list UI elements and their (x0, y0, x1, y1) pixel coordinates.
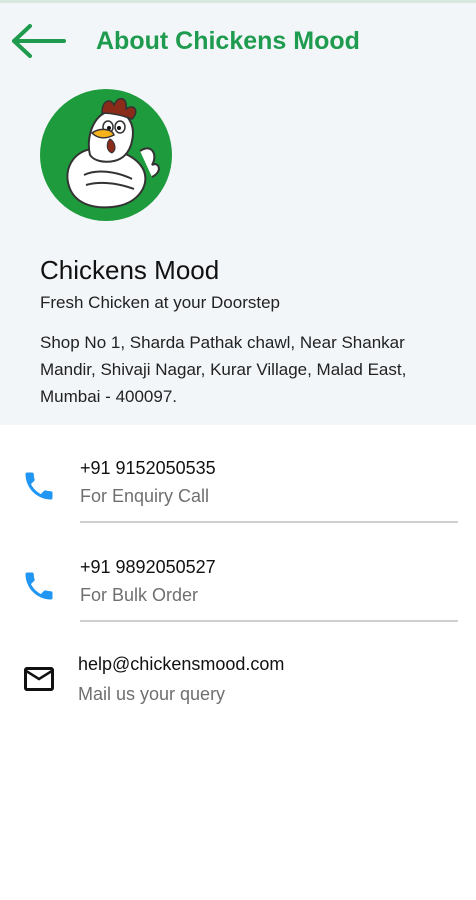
back-button[interactable] (6, 23, 70, 63)
divider (80, 521, 458, 523)
contact-email[interactable]: help@chickensmood.com Mail us your query (0, 638, 476, 728)
phone-icon (25, 572, 53, 600)
contact-description: For Bulk Order (80, 585, 199, 605)
contact-bulk-order[interactable]: +91 9892050527 For Bulk Order (0, 538, 476, 638)
contact-description: Mail us your query (78, 684, 226, 704)
contact-email-address: help@chickensmood.com (78, 654, 285, 674)
shop-tagline: Fresh Chicken at your Doorstep (40, 293, 280, 312)
mail-icon (24, 667, 54, 691)
chicken-mascot-logo (40, 89, 172, 221)
contact-phone-number: +91 9152050535 (80, 458, 216, 478)
contact-enquiry-call[interactable]: +91 9152050535 For Enquiry Call (0, 440, 476, 540)
phone-icon (25, 472, 53, 500)
arrow-left-icon (12, 24, 66, 58)
contact-description: For Enquiry Call (80, 486, 210, 506)
about-header-area: About Chickens Mood Chickens Mood Fresh … (0, 3, 476, 425)
divider (80, 620, 458, 622)
shop-name: Chickens Mood (40, 255, 220, 285)
page-title: About Chickens Mood (96, 27, 360, 55)
shop-address: Shop No 1, Sharda Pathak chawl, Near Sha… (40, 333, 407, 406)
contact-phone-number: +91 9892050527 (80, 557, 216, 577)
